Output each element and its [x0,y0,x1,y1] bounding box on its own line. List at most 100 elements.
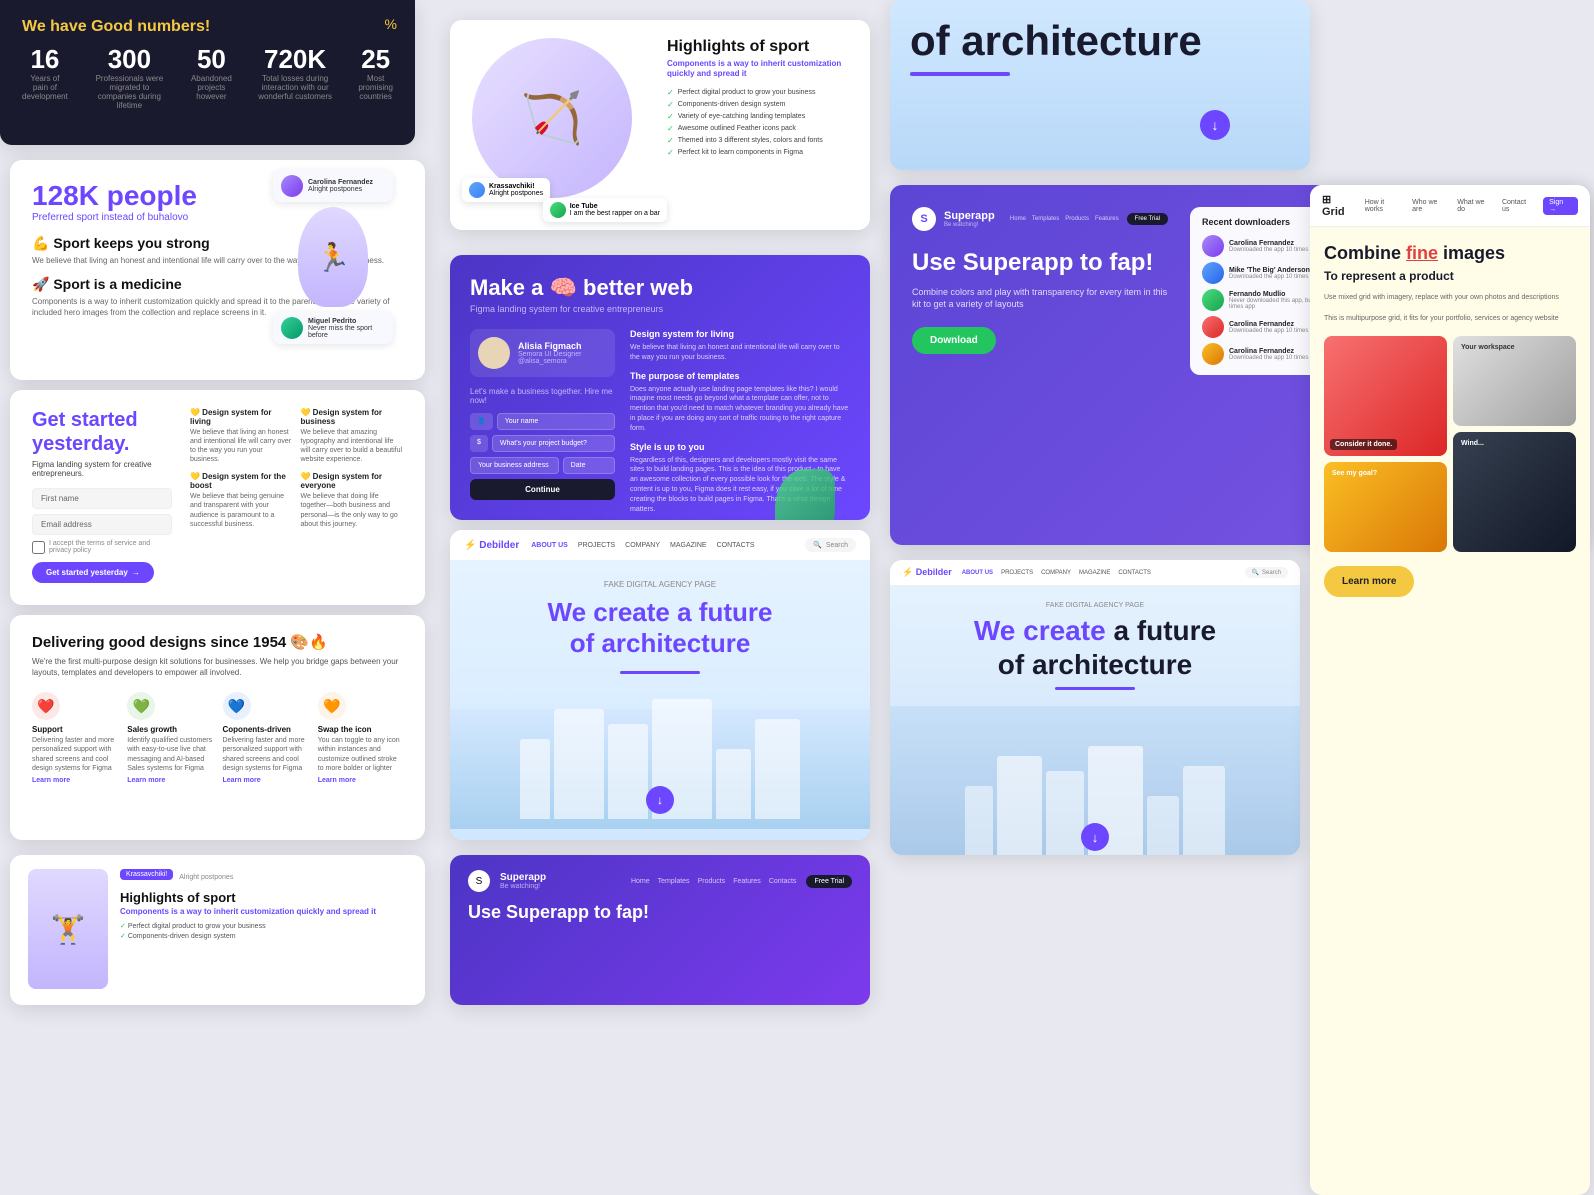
superapp-brand: Superapp [944,210,995,222]
del-learn-3[interactable]: Learn more [318,777,403,784]
feature-4: 💛 Design system for everyone We believe … [301,472,404,528]
check-text-2: Components-driven design system [128,933,236,940]
terms-checkbox[interactable] [32,541,45,554]
sa-cta-button[interactable]: Free Trial [806,875,852,888]
ht-check-3: ✓Awesome outlined Feather icons pack [667,124,848,133]
ht-avatar-1 [469,182,485,198]
grid-desc: Use mixed grid with imagery, replace wit… [1324,293,1576,303]
arch-b-nav-contacts[interactable]: CONTACTS [1118,570,1151,576]
building-f [1183,766,1225,855]
person-2-info: Miguel Pedrito Never miss the sport befo… [308,318,385,339]
del-title-2: Coponents-driven [223,725,308,734]
getstarted-card: Get started yesterday. Figma landing sys… [10,390,425,605]
sa-nav-home[interactable]: Home [631,878,650,885]
arch-search[interactable]: 🔍 Search [805,538,856,552]
metric-value-25: 25 [358,46,393,72]
sup-nav-features[interactable]: Features [1095,216,1119,222]
dollar-icon: $ [470,435,488,452]
arch-b-search[interactable]: 🔍 Search [1245,567,1289,578]
search-icon: 🔍 [813,541,822,549]
sup-nav-templates[interactable]: Templates [1032,216,1059,222]
arch-title-end: of architecture [570,628,751,658]
ht-check-icon-0: ✓ [667,88,674,97]
arch-bottom-card: ⚡ Debilder ABOUT US PROJECTS COMPANY MAG… [890,560,1300,855]
art-down-btn[interactable]: ↓ [1200,110,1230,140]
makeweb-inner: Make a 🧠 better web Figma landing system… [470,275,850,520]
ht-check-text-5: Perfect kit to learn components in Figma [678,149,803,156]
people-number: 128K [32,180,99,211]
grid-col-1: Consider it done. See my goal? [1324,336,1447,552]
metric-value-50: 50 [191,46,232,72]
grid-main-card: ⊞ Grid How it works Who we are What we d… [1310,185,1590,1195]
arch-nav-contacts[interactable]: CONTACTS [717,542,755,549]
arch-nav-company[interactable]: COMPANY [625,542,660,549]
sa-nav-templates[interactable]: Templates [658,878,690,885]
arch-b-nav-projects[interactable]: PROJECTS [1001,570,1033,576]
grid-sign-btn[interactable]: Sign → [1543,197,1578,215]
person-1-tag: Alright postpones [308,186,373,193]
email-input[interactable]: Email address [32,514,172,535]
sa-nav-products[interactable]: Products [698,878,726,885]
grid-nav-who[interactable]: Who we are [1412,199,1449,213]
dl-info-3: Carolina Fernandez Downloaded the app 10… [1229,321,1308,334]
grid-title-end: images [1438,243,1505,263]
superapp-trial-btn[interactable]: Free Trial [1127,213,1168,225]
mw-section-3-title: Style is up to you [630,442,850,452]
art-line [910,72,1010,76]
superapp-download-btn[interactable]: Download [912,327,996,354]
arch-building-area: ↓ [450,709,870,829]
arch-bottom-down-btn[interactable]: ↓ [1081,823,1109,851]
sa-tagline: Be watching! [500,883,546,890]
del-learn-0[interactable]: Learn more [32,777,117,784]
sup-nav-products[interactable]: Products [1065,216,1089,222]
address-input[interactable]: Your business address [470,457,559,474]
date-input[interactable]: Date [563,457,615,474]
sa-nav-contacts[interactable]: Contacts [769,878,797,885]
grid-nav-what[interactable]: What we do [1457,199,1494,213]
name-input[interactable]: Your name [497,413,615,430]
grid-desc2: This is multipurpose grid, it fits for y… [1324,314,1576,324]
superapp-tagline: Be watching! [944,222,995,228]
del-learn-1[interactable]: Learn more [127,777,212,784]
avatar-1 [281,175,303,197]
person-card-1: Carolina Fernandez Alright postpones [273,170,393,202]
grid-img-3: Wind... [1453,432,1576,552]
superapp-brand-container: Superapp Be watching! [944,210,995,228]
arch-nav-magazine[interactable]: MAGAZINE [670,542,707,549]
arch-b-title-future: a future [1113,615,1216,646]
arch-b-nav-company[interactable]: COMPANY [1041,570,1071,576]
grid-nav-how[interactable]: How it works [1365,199,1404,213]
grid-nav-contact[interactable]: Contact us [1502,199,1535,213]
sup-nav-home[interactable]: Home [1010,216,1026,222]
arch-bottom-logo: ⚡ Debilder [902,567,952,578]
makeweb-name: Alisia Figmach [518,341,582,351]
arch-down-button[interactable]: ↓ [646,786,674,814]
check-2: ✓ Components-driven design system [120,932,407,940]
grid-img-2-label: Your workspace [1453,336,1523,359]
firstname-input[interactable]: First name [32,488,172,509]
budget-input[interactable]: What's your project budget? [492,435,615,452]
getstarted-button[interactable]: Get started yesterday → [32,562,154,583]
dl-avatar-2 [1202,289,1224,311]
dl-avatar-1 [1202,262,1224,284]
continue-button[interactable]: Continue [470,479,615,500]
del-title-3: Swap the icon [318,725,403,734]
getstarted-tagline: Figma landing system for creative entrep… [32,460,172,478]
learn-more-button[interactable]: Learn more [1324,566,1414,597]
grid-img-2: Your workspace [1453,336,1576,426]
sa-nav-features[interactable]: Features [733,878,761,885]
dl-name-4: Carolina Fernandez [1229,348,1308,355]
arch-line-decoration [620,671,700,674]
arch-nav-projects[interactable]: PROJECTS [578,542,615,549]
metric-value-720k: 720K [256,46,334,72]
arch-nav-about[interactable]: ABOUT US [531,542,568,549]
ht-check-text-4: Themed into 3 different styles, colors a… [678,137,823,144]
arch-b-nav-magazine[interactable]: MAGAZINE [1079,570,1110,576]
makeweb-profile: Alisia Figmach Semora UI Designer @alisa… [470,329,615,377]
arch-b-nav-about[interactable]: ABOUT US [962,570,993,576]
del-learn-2[interactable]: Learn more [223,777,308,784]
arch-bottom-tag: FAKE DIGITAL AGENCY PAGE [910,602,1280,609]
dl-time-3: Downloaded the app 10 times [1229,328,1308,334]
person-card-ht-1: Krassavchiki! Alright postpones [462,178,550,202]
feature-1-title: 💛 Design system for living [190,408,293,426]
